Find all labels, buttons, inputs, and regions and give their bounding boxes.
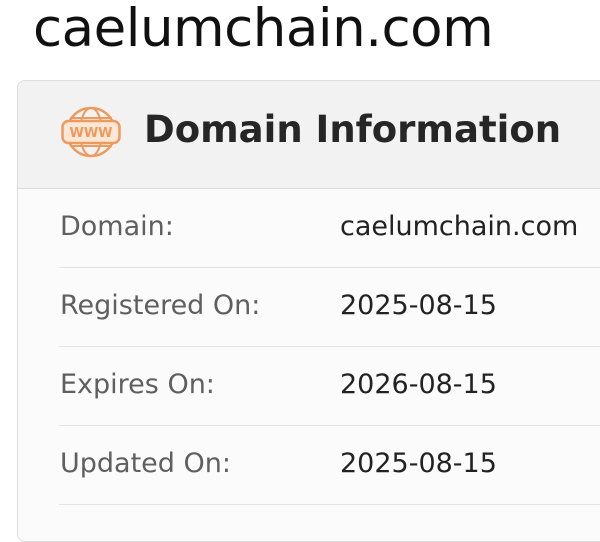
page-title: caelumchain.com bbox=[33, 0, 494, 59]
row-label: Expires On: bbox=[60, 369, 215, 400]
domain-info-card: WWW Domain Information Domain: caelumcha… bbox=[17, 80, 600, 542]
www-icon-text: WWW bbox=[69, 126, 112, 141]
row-value: 2025-08-15 bbox=[340, 448, 497, 479]
domain-info-rows: Domain: caelumchain.com Registered On: 2… bbox=[59, 189, 600, 505]
www-globe-icon: WWW bbox=[61, 106, 121, 158]
row-value: 2026-08-15 bbox=[340, 369, 497, 400]
row-label: Registered On: bbox=[60, 290, 261, 321]
info-row-expires-on: Expires On: 2026-08-15 bbox=[59, 347, 600, 426]
info-row-domain: Domain: caelumchain.com bbox=[59, 189, 600, 268]
card-title: Domain Information bbox=[144, 108, 562, 151]
info-row-updated-on: Updated On: 2025-08-15 bbox=[59, 426, 600, 505]
card-header: WWW Domain Information bbox=[18, 81, 600, 189]
info-row-registered-on: Registered On: 2025-08-15 bbox=[59, 268, 600, 347]
row-value: 2025-08-15 bbox=[340, 290, 497, 321]
row-label: Updated On: bbox=[60, 448, 231, 479]
row-label: Domain: bbox=[60, 211, 174, 242]
row-value: caelumchain.com bbox=[340, 211, 579, 242]
